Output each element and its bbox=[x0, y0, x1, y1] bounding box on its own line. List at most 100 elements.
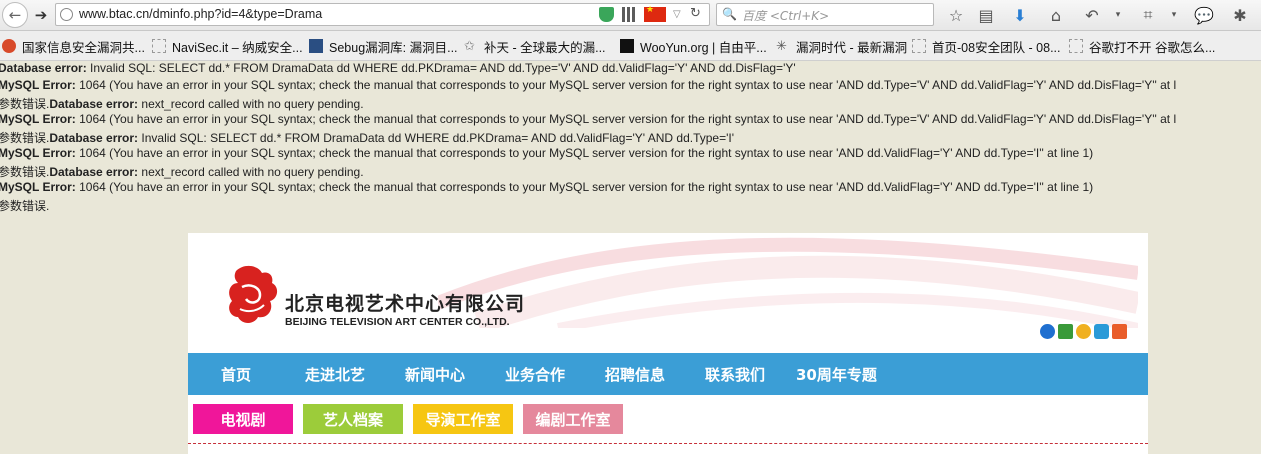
browser-toolbar: ← ➔ www.btac.cn/dminfo.php?id=4&type=Dra… bbox=[0, 0, 1261, 31]
globe-icon bbox=[60, 8, 73, 21]
bookmark-label: NaviSec.it – 纳威安全... bbox=[172, 40, 303, 55]
error-line: MySQL Error: 1064 (You have an error in … bbox=[0, 146, 1093, 163]
bookmark-item[interactable]: WooYun.org | 自由平... bbox=[620, 37, 767, 55]
reading-list-icon[interactable]: ▤ bbox=[976, 5, 996, 25]
nav-news[interactable]: 新闻中心 bbox=[405, 364, 465, 385]
kaixin-icon[interactable] bbox=[1076, 324, 1091, 339]
crop-icon[interactable]: ⌗ bbox=[1138, 5, 1158, 25]
wooyun-favicon-icon bbox=[620, 39, 634, 53]
bookmark-item[interactable]: Sebug漏洞库: 漏洞目... bbox=[309, 37, 458, 55]
renren-icon[interactable] bbox=[1040, 324, 1055, 339]
nav-jobs[interactable]: 招聘信息 bbox=[605, 364, 665, 385]
error-prefix: 参数错误. bbox=[0, 165, 50, 179]
error-line: 参数错误. bbox=[0, 197, 49, 214]
nav-contact[interactable]: 联系我们 bbox=[705, 364, 765, 385]
error-line: MySQL Error: 1064 (You have an error in … bbox=[0, 112, 1176, 129]
error-prefix: 参数错误. bbox=[0, 199, 50, 213]
qzone-icon[interactable] bbox=[1094, 324, 1109, 339]
logo-qilin-icon[interactable] bbox=[224, 263, 282, 327]
error-text: 1064 (You have an error in your SQL synt… bbox=[75, 78, 1177, 92]
chat-icon[interactable]: 💬 bbox=[1194, 5, 1214, 25]
error-text: Invalid SQL: SELECT dd.* FROM DramaData … bbox=[86, 61, 796, 75]
search-placeholder: 百度 <Ctrl+K> bbox=[742, 7, 829, 24]
main-nav: 首页 走进北艺 新闻中心 业务合作 招聘信息 联系我们 30周年专题 bbox=[188, 353, 1148, 395]
search-engine-icon[interactable]: 🔍 bbox=[722, 7, 737, 21]
search-bar[interactable]: 🔍 百度 <Ctrl+K> bbox=[716, 3, 934, 26]
share-icons bbox=[1040, 324, 1127, 339]
back-button[interactable]: ← bbox=[2, 2, 28, 28]
bookmark-label: Sebug漏洞库: 漏洞目... bbox=[329, 40, 458, 55]
nav-30th-anniversary[interactable]: 30周年专题 bbox=[796, 364, 877, 385]
error-line: MySQL Error: 1064 (You have an error in … bbox=[0, 78, 1176, 95]
bug-icon[interactable]: ✱ bbox=[1230, 5, 1250, 25]
decorative-swoosh bbox=[438, 237, 1138, 328]
logo-english-name[interactable]: BEIJING TELEVISION ART CENTER CO.,LTD. bbox=[285, 316, 510, 328]
error-label: MySQL Error: bbox=[0, 146, 76, 160]
qr-code-icon[interactable] bbox=[622, 7, 637, 22]
divider bbox=[188, 443, 1148, 444]
bookmark-blank-page-icon bbox=[912, 39, 926, 53]
error-prefix: 参数错误. bbox=[0, 131, 50, 145]
bookmark-blank-page-icon bbox=[152, 39, 166, 53]
error-line: 参数错误.Database error: Invalid SQL: SELECT… bbox=[0, 129, 734, 146]
tab-artists[interactable]: 艺人档案 bbox=[303, 404, 403, 434]
bookmark-label: WooYun.org | 自由平... bbox=[640, 40, 767, 55]
tab-screenwriter-studio[interactable]: 编剧工作室 bbox=[523, 404, 623, 434]
sebug-favicon-icon bbox=[309, 39, 323, 53]
bookmark-label: 漏洞时代 - 最新漏洞 bbox=[796, 40, 908, 55]
error-text: 1064 (You have an error in your SQL synt… bbox=[75, 112, 1177, 126]
tab-director-studio[interactable]: 导演工作室 bbox=[413, 404, 513, 434]
undo-icon[interactable]: ↶ bbox=[1082, 5, 1102, 25]
url-text[interactable]: www.btac.cn/dminfo.php?id=4&type=Drama bbox=[79, 7, 322, 21]
arrow-right-icon: ➔ bbox=[34, 6, 48, 24]
bookmark-label: 国家信息安全漏洞共... bbox=[22, 40, 145, 55]
bookmarks-bar: 国家信息安全漏洞共... NaviSec.it – 纳威安全... Sebug漏… bbox=[0, 31, 1261, 61]
reload-icon[interactable]: ↻ bbox=[690, 6, 705, 21]
star-icon[interactable]: ☆ bbox=[946, 5, 966, 25]
error-line: MySQL Error: 1064 (You have an error in … bbox=[0, 180, 1093, 197]
douban-icon[interactable] bbox=[1058, 324, 1073, 339]
error-line: Database error: Invalid SQL: SELECT dd.*… bbox=[0, 61, 796, 78]
china-flag-icon[interactable] bbox=[644, 5, 666, 22]
bookmark-item[interactable]: 谷歌打不开 谷歌怎么... bbox=[1069, 37, 1215, 55]
nav-about[interactable]: 走进北艺 bbox=[305, 364, 365, 385]
logo-chinese-name[interactable]: 北京电视艺术中心有限公司 bbox=[285, 289, 525, 316]
bookmark-label: 补天 - 全球最大的漏... bbox=[484, 40, 606, 55]
forward-button[interactable]: ➔ bbox=[29, 3, 53, 27]
error-line: 参数错误.Database error: next_record called … bbox=[0, 95, 364, 112]
arrow-left-icon: ← bbox=[8, 6, 22, 24]
bookmark-label: 首页-08安全团队 - 08... bbox=[932, 40, 1061, 55]
bookmark-blank-page-icon bbox=[1069, 39, 1083, 53]
star-favicon-icon: ✩ bbox=[464, 38, 475, 53]
nav-business[interactable]: 业务合作 bbox=[505, 364, 565, 385]
shield-icon[interactable] bbox=[599, 7, 614, 22]
bookmark-item[interactable]: 首页-08安全团队 - 08... bbox=[912, 37, 1061, 55]
download-icon[interactable]: ⬇ bbox=[1010, 5, 1030, 25]
tab-tv-drama[interactable]: 电视剧 bbox=[193, 404, 293, 434]
bookmark-favicon-icon bbox=[2, 39, 16, 53]
error-label: Database error: bbox=[0, 61, 87, 75]
bookmark-item[interactable]: ✩ 补天 - 全球最大的漏... bbox=[464, 37, 606, 55]
bookmark-item[interactable]: 国家信息安全漏洞共... bbox=[2, 37, 145, 55]
bookmark-item[interactable]: ✳ 漏洞时代 - 最新漏洞 bbox=[776, 37, 907, 55]
error-text: next_record called with no query pending… bbox=[138, 165, 364, 179]
rss-icon[interactable] bbox=[1112, 324, 1127, 339]
undo-dropdown-icon[interactable]: ▾ bbox=[1108, 5, 1128, 25]
bookmark-item[interactable]: NaviSec.it – 纳威安全... bbox=[152, 37, 303, 55]
error-label: MySQL Error: bbox=[0, 112, 76, 126]
error-text: Invalid SQL: SELECT dd.* FROM DramaData … bbox=[138, 131, 735, 145]
url-bar[interactable]: www.btac.cn/dminfo.php?id=4&type=Drama ▽… bbox=[55, 3, 710, 26]
error-label: MySQL Error: bbox=[0, 180, 76, 194]
error-text: 1064 (You have an error in your SQL synt… bbox=[75, 180, 1094, 194]
error-label: Database error: bbox=[49, 97, 139, 111]
home-icon[interactable]: ⌂ bbox=[1046, 5, 1066, 25]
nav-home[interactable]: 首页 bbox=[221, 364, 251, 385]
bookmark-label: 谷歌打不开 谷歌怎么... bbox=[1089, 40, 1216, 55]
search-engine-name: 百度 bbox=[742, 9, 767, 23]
error-text: next_record called with no query pending… bbox=[138, 97, 364, 111]
error-line: 参数错误.Database error: next_record called … bbox=[0, 163, 364, 180]
site-page: 北京电视艺术中心有限公司 BEIJING TELEVISION ART CENT… bbox=[188, 233, 1148, 454]
crop-dropdown-icon[interactable]: ▾ bbox=[1164, 5, 1184, 25]
dropdown-arrow-icon[interactable]: ▽ bbox=[673, 9, 688, 24]
error-label: Database error: bbox=[49, 165, 139, 179]
